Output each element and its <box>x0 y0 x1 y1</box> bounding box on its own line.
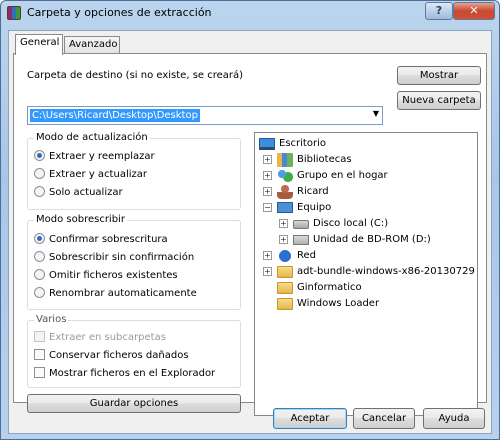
folder-tree[interactable]: Escritorio + Bibliotecas + Grupo en el h… <box>254 132 478 416</box>
folder-icon <box>277 282 293 294</box>
radio-only-update[interactable]: Solo actualizar <box>34 186 123 198</box>
radio-confirm-overwrite[interactable]: Confirmar sobrescritura <box>34 233 168 245</box>
tree-item-label: Unidad de BD-ROM (D:) <box>313 234 431 245</box>
accept-button[interactable]: Aceptar <box>273 408 347 429</box>
tree-item-label: Ginformatico <box>297 282 362 293</box>
overwrite-mode-title: Modo sobrescribir <box>34 214 127 225</box>
checkbox-icon[interactable] <box>34 349 45 360</box>
dvd-drive-icon <box>293 235 309 245</box>
chevron-down-icon[interactable]: ▼ <box>373 109 379 118</box>
show-button[interactable]: Mostrar <box>397 66 481 85</box>
tab-general[interactable]: General <box>15 34 63 55</box>
checkbox-label: Mostrar ficheros en el Explorador <box>49 368 216 379</box>
checkbox-label: Conservar ficheros dañados <box>49 350 189 361</box>
winrar-app-icon <box>7 6 21 20</box>
check-show-in-explorer[interactable]: Mostrar ficheros en el Explorador <box>34 367 215 379</box>
expand-plus-icon[interactable]: + <box>263 187 272 196</box>
radio-extract-update[interactable]: Extraer y actualizar <box>34 168 147 180</box>
expand-plus-icon[interactable]: + <box>279 219 288 228</box>
title-bar[interactable]: Carpeta y opciones de extracción ? ✕ <box>1 1 499 25</box>
misc-title: Varios <box>34 314 69 325</box>
radio-button-icon[interactable] <box>34 186 45 197</box>
computer-icon <box>277 202 293 213</box>
update-mode-title: Modo de actualización <box>34 132 150 143</box>
update-mode-group: Modo de actualización Extraer y reemplaz… <box>27 132 241 210</box>
radio-button-icon[interactable] <box>34 269 45 280</box>
check-extract-subfolders: Extraer en subcarpetas <box>34 331 166 343</box>
expand-plus-icon[interactable]: + <box>279 235 288 244</box>
expand-plus-icon[interactable]: + <box>263 267 272 276</box>
checkbox-label: Extraer en subcarpetas <box>49 332 166 343</box>
save-options-button[interactable]: Guardar opciones <box>27 394 241 413</box>
folder-icon <box>277 266 293 278</box>
tab-avanzado[interactable]: Avanzado <box>64 36 120 54</box>
general-tab-panel: Carpeta de destino (si no existe, se cre… <box>13 53 487 416</box>
new-folder-button[interactable]: Nueva carpeta <box>397 91 481 110</box>
overwrite-mode-group: Modo sobrescribir Confirmar sobrescritur… <box>27 214 241 310</box>
desktop-icon <box>259 138 275 150</box>
window-title: Carpeta y opciones de extracción <box>27 6 212 19</box>
drive-icon <box>293 220 309 229</box>
user-icon <box>277 185 293 199</box>
radio-label: Confirmar sobrescritura <box>49 234 168 245</box>
destination-label: Carpeta de destino (si no existe, se cre… <box>27 70 244 81</box>
tree-item-label: Escritorio <box>279 138 326 149</box>
network-icon <box>277 249 293 263</box>
expand-plus-icon[interactable]: + <box>263 171 272 180</box>
radio-label: Extraer y reemplazar <box>49 151 155 162</box>
radio-label: Sobrescribir sin confirmación <box>49 252 195 263</box>
dialog-client-area: General Avanzado Carpeta de destino (si … <box>8 30 492 434</box>
extraction-dialog: Carpeta y opciones de extracción ? ✕ Gen… <box>0 0 500 440</box>
radio-label: Renombrar automaticamente <box>49 288 197 299</box>
misc-group: Varios Extraer en subcarpetas Conservar … <box>27 314 241 388</box>
radio-label: Extraer y actualizar <box>49 169 147 180</box>
radio-skip-existing[interactable]: Omitir ficheros existentes <box>34 269 178 281</box>
tree-item-label: adt-bundle-windows-x86-20130729 <box>297 266 475 277</box>
tree-item-label: Windows Loader <box>297 298 380 309</box>
tree-item-label: Red <box>297 250 316 261</box>
destination-path-value: C:\Users\Ricard\Desktop\Desktop <box>30 109 200 122</box>
folder-icon <box>277 298 293 310</box>
radio-button-icon[interactable] <box>34 287 45 298</box>
help-title-button[interactable]: ? <box>425 2 453 20</box>
radio-button-icon[interactable] <box>34 251 45 262</box>
cancel-button[interactable]: Cancelar <box>353 408 415 429</box>
radio-button-icon[interactable] <box>34 233 45 244</box>
tree-item-label: Ricard <box>297 186 329 197</box>
close-button[interactable]: ✕ <box>453 2 495 20</box>
radio-button-icon[interactable] <box>34 150 45 161</box>
tree-item-label: Bibliotecas <box>297 154 352 165</box>
check-keep-broken-files[interactable]: Conservar ficheros dañados <box>34 349 189 361</box>
help-button[interactable]: Ayuda <box>423 408 485 429</box>
checkbox-icon[interactable] <box>34 367 45 378</box>
tree-item-label: Equipo <box>297 202 332 213</box>
radio-overwrite-no-confirm[interactable]: Sobrescribir sin confirmación <box>34 251 194 263</box>
destination-path-combo[interactable]: C:\Users\Ricard\Desktop\Desktop ▼ <box>27 106 383 125</box>
radio-auto-rename[interactable]: Renombrar automaticamente <box>34 287 197 299</box>
library-icon <box>277 153 293 167</box>
radio-label: Omitir ficheros existentes <box>49 270 178 281</box>
radio-label: Solo actualizar <box>49 187 123 198</box>
checkbox-icon <box>34 331 45 342</box>
expand-plus-icon[interactable]: + <box>263 155 272 164</box>
expand-plus-icon[interactable]: + <box>263 251 272 260</box>
radio-button-icon[interactable] <box>34 168 45 179</box>
tree-item-label: Grupo en el hogar <box>297 170 388 181</box>
radio-extract-replace[interactable]: Extraer y reemplazar <box>34 150 155 162</box>
tree-item-label: Disco local (C:) <box>313 218 389 229</box>
collapse-minus-icon[interactable]: − <box>263 203 272 212</box>
homegroup-icon <box>277 169 293 183</box>
